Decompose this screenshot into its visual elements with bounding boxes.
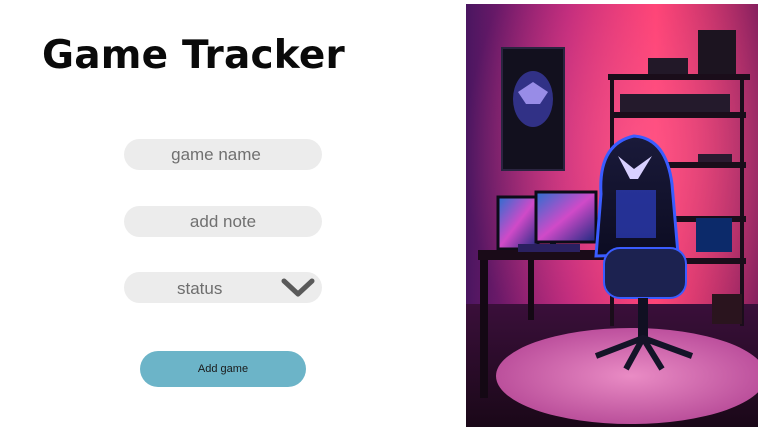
add-note-input[interactable] bbox=[124, 206, 322, 237]
status-select-value: status bbox=[177, 279, 223, 298]
form-panel: Game Tracker status Add game bbox=[0, 0, 466, 427]
gaming-room-image bbox=[466, 4, 758, 427]
gaming-setup-illustration bbox=[466, 4, 758, 427]
page-title: Game Tracker bbox=[42, 33, 345, 78]
game-tracker-page: Game Tracker status Add game bbox=[0, 0, 758, 427]
chevron-down-icon[interactable] bbox=[281, 278, 315, 298]
game-name-input[interactable] bbox=[124, 139, 322, 170]
status-select[interactable]: status bbox=[124, 272, 322, 303]
add-game-button[interactable]: Add game bbox=[140, 351, 306, 387]
